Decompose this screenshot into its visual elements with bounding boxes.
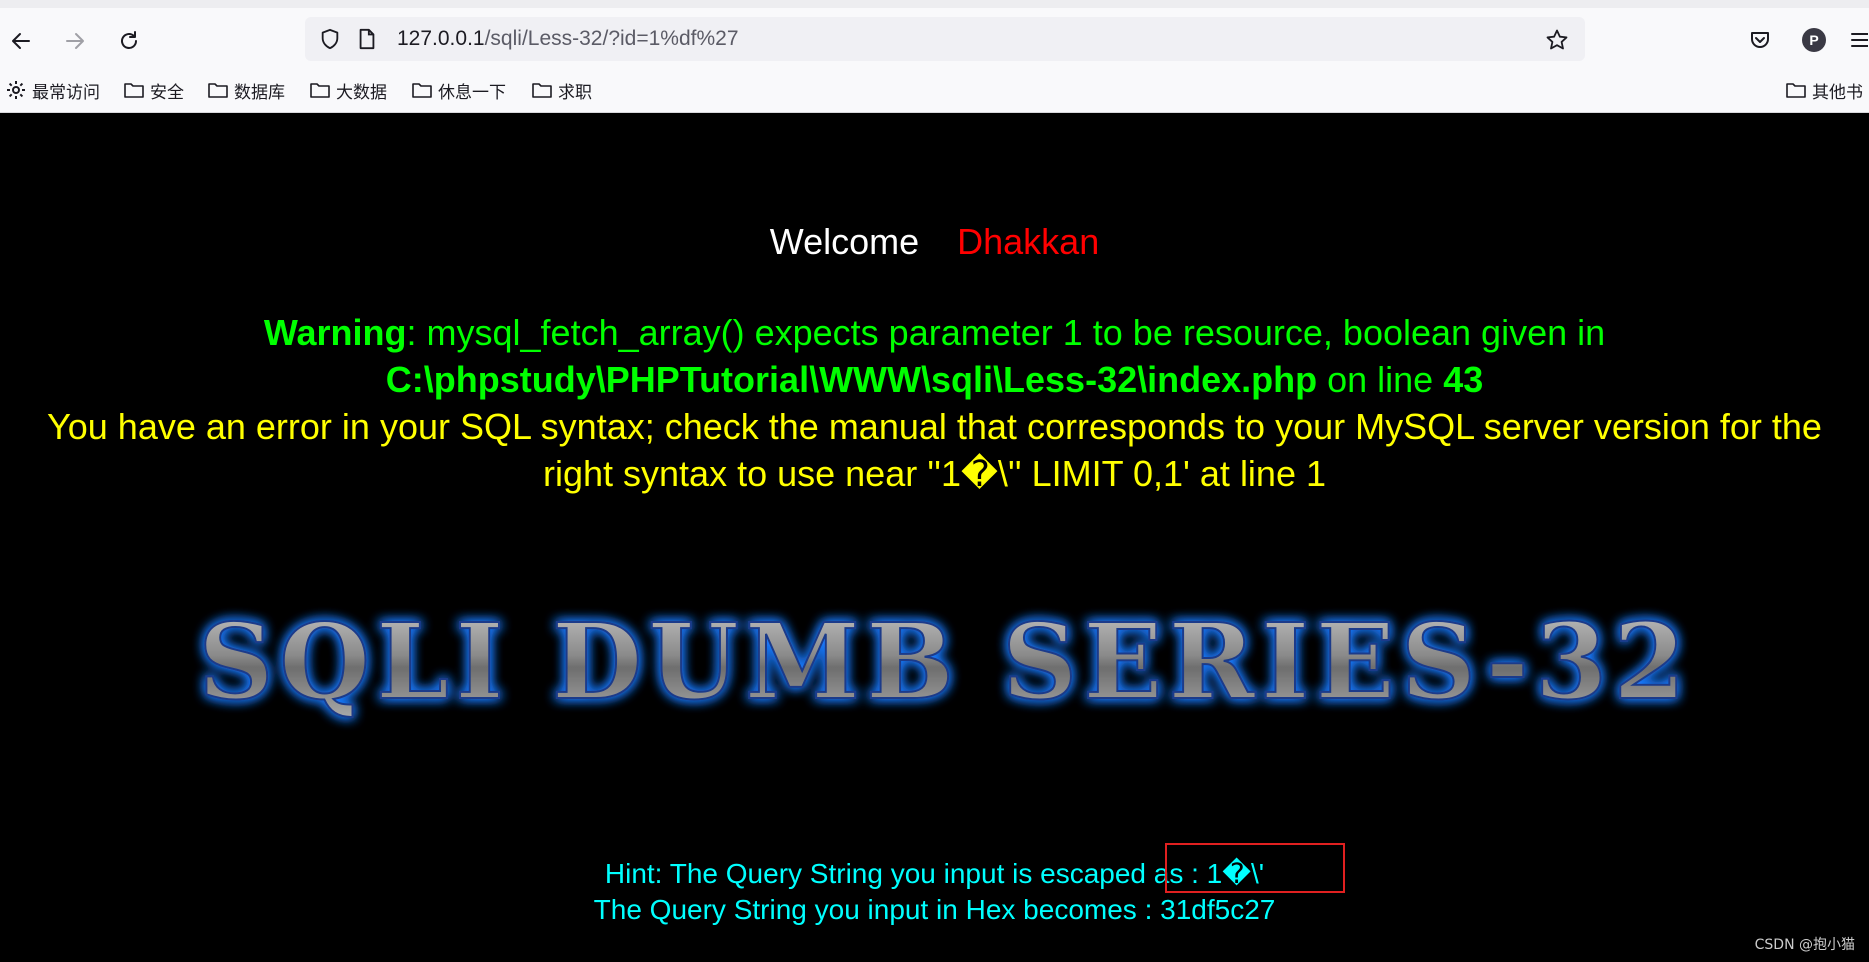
bookmark-star-icon[interactable] [1545,28,1569,52]
warning-path: C:\phpstudy\PHPTutorial\WWW\sqli\Less-32… [385,359,1318,400]
bookmarks-toolbar: 最常访问 安全 数据库 大数据 休息一下 求职 其他书 [0,76,1869,108]
hint-escaped: Hint: The Query String you input is esca… [604,858,1265,889]
account-button[interactable]: P [1801,27,1827,53]
forward-arrow-icon [66,33,84,49]
address-bar[interactable]: 127.0.0.1/sqli/Less-32/?id=1%df%27 [305,17,1585,61]
user-name: Dhakkan [957,221,1100,262]
warning-line-number: 43 [1443,359,1484,400]
url-path: /sqli/Less-32/?id=1%df%27 [484,27,739,50]
bookmark-folder-other[interactable]: 其他书 [1786,76,1863,104]
folder-icon [412,83,432,98]
bookmark-label: 其他书 [1812,82,1863,103]
warning-text: : mysql_fetch_array() expects parameter … [406,312,1606,353]
forward-button[interactable] [58,24,92,58]
folder-icon [124,83,144,98]
folder-icon [1786,83,1806,98]
folder-icon [208,83,228,98]
back-button[interactable] [4,24,38,58]
annotation-highlight-box [1165,843,1345,893]
bookmark-label: 安全 [150,82,184,103]
tab-strip [0,0,1869,8]
url-host: 127.0.0.1 [397,27,485,50]
pocket-icon [1751,32,1769,48]
welcome-line: Welcome Dhakkan [0,221,1869,263]
warning-online: on line [1317,359,1444,400]
bookmark-folder-database[interactable]: 数据库 [208,76,285,104]
menu-button[interactable] [1848,27,1868,53]
bookmark-label: 求职 [558,82,592,103]
back-arrow-icon [12,33,30,49]
bookmark-label: 休息一下 [438,82,506,103]
welcome-text: Welcome [769,221,920,262]
banner-text: SQLI DUMB SERIES-32 [198,600,1691,723]
bookmark-label: 最常访问 [32,82,100,103]
bookmark-folder-jobs[interactable]: 求职 [532,76,592,104]
hint-hex: The Query String you input in Hex become… [593,894,1276,925]
reload-icon [121,31,137,49]
pocket-button[interactable] [1747,27,1773,53]
sql-error-message: You have an error in your SQL syntax; ch… [47,406,1822,494]
php-warning: Warning: mysql_fetch_array() expects par… [0,309,1869,403]
bookmark-folder-bigdata[interactable]: 大数据 [310,76,387,104]
page-content: Welcome Dhakkan Warning: mysql_fetch_arra… [0,113,1869,962]
folder-icon [532,83,552,98]
avatar: P [1802,28,1826,52]
bookmark-folder-security[interactable]: 安全 [124,76,184,104]
gear-icon [7,81,25,99]
hamburger-menu-icon [1851,33,1868,47]
bookmark-most-visited[interactable]: 最常访问 [6,76,100,104]
url-text[interactable]: 127.0.0.1/sqli/Less-32/?id=1%df%27 [397,27,739,51]
page-info-icon[interactable] [357,28,377,50]
hint-block: Hint: The Query String you input is esca… [0,856,1869,928]
avatar-letter: P [1809,32,1819,48]
folder-icon [310,83,330,98]
watermark: CSDN @抱小猫 [1754,937,1855,953]
warning-label: Warning [263,312,407,353]
bookmark-folder-rest[interactable]: 休息一下 [412,76,506,104]
bookmark-label: 大数据 [336,82,387,103]
sqli-dumb-series-banner: SQLI DUMB SERIES-32 [197,599,1691,724]
tracking-protection-shield-icon[interactable] [319,28,341,50]
browser-chrome: 127.0.0.1/sqli/Less-32/?id=1%df%27 P 最常访… [0,0,1869,113]
bookmark-label: 数据库 [234,82,285,103]
reload-button[interactable] [112,24,146,58]
